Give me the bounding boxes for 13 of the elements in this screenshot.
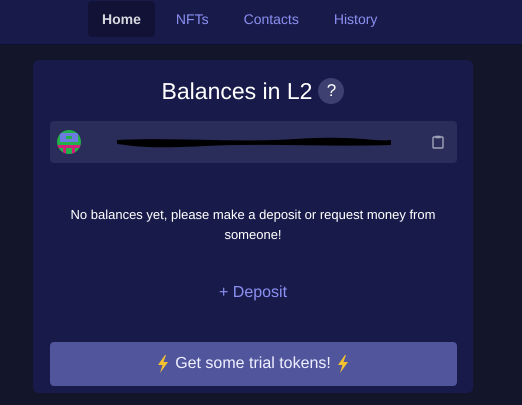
deposit-link[interactable]: + Deposit [218, 281, 288, 305]
nav-tab[interactable]: NFTs [162, 1, 223, 37]
nav-tab[interactable]: History [320, 1, 392, 37]
avatar-icon [56, 130, 80, 154]
lightning-icon [336, 355, 349, 373]
lightning-icon [157, 355, 170, 373]
card-title: Balances in L2 [162, 76, 312, 106]
nav-tab[interactable]: Home [88, 1, 155, 37]
help-button[interactable]: ? [318, 78, 344, 104]
nav-tab[interactable]: Contacts [230, 1, 313, 37]
trial-tokens-button[interactable]: Get some trial tokens! [50, 342, 456, 386]
empty-balances-message: No balances yet, please make a deposit or request money from someone! [70, 206, 436, 244]
clipboard-icon[interactable] [432, 135, 444, 149]
